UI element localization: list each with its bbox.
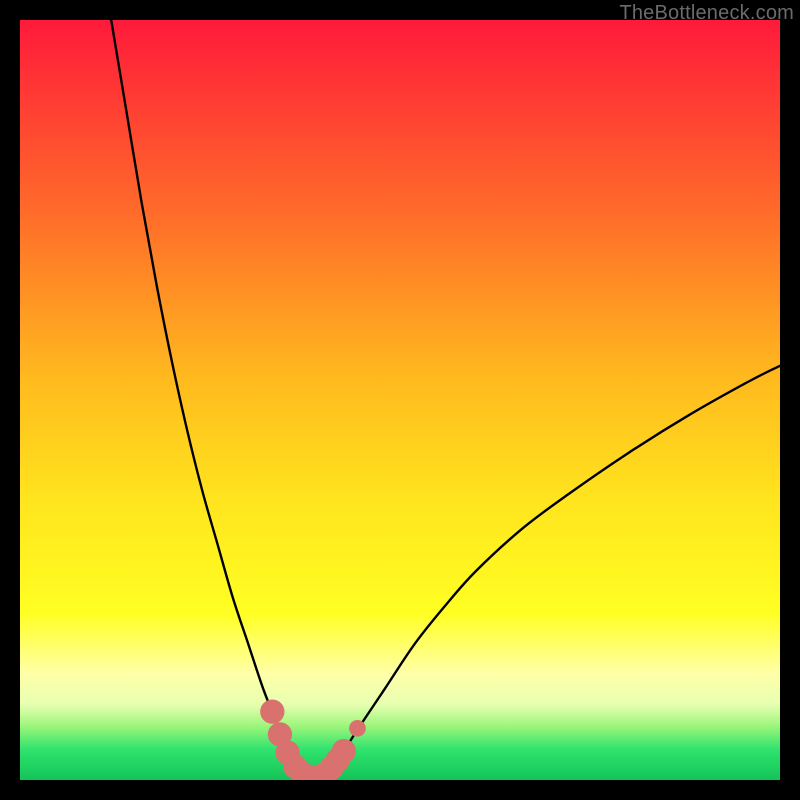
marker-dot	[349, 720, 366, 737]
marker-dot	[260, 699, 284, 723]
watermark-text: TheBottleneck.com	[619, 2, 794, 25]
bottleneck-chart	[20, 20, 780, 780]
chart-frame	[20, 20, 780, 780]
marker-dot	[332, 739, 356, 763]
